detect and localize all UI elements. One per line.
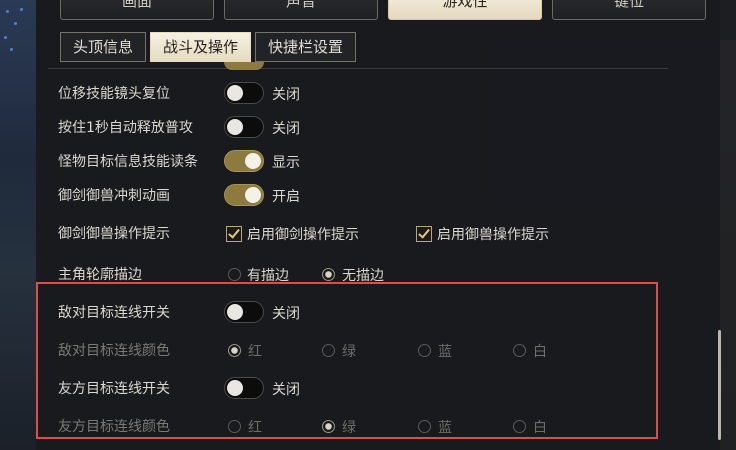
setting-row-dash-animation: 御剑御兽冲刺动画 [58, 182, 170, 208]
checkbox-label: 启用御兽操作提示 [437, 227, 549, 243]
setting-label: 御剑御兽冲刺动画 [58, 188, 170, 204]
toggle-camera-reset[interactable] [224, 82, 264, 104]
scrollbar[interactable] [718, 330, 721, 440]
subtab-shortcut-bar[interactable]: 快捷栏设置 [255, 32, 357, 62]
subtab-head-info[interactable]: 头顶信息 [60, 32, 147, 62]
setting-row-auto-attack: 按住1秒自动释放普攻 [58, 114, 193, 140]
toggle-state: 关闭 [272, 121, 300, 137]
setting-label: 主角轮廓描边 [58, 267, 142, 283]
setting-label: 怪物目标信息技能读条 [58, 154, 198, 170]
toggle-state: 关闭 [272, 87, 300, 103]
tab-sound[interactable]: 声音 [224, 0, 378, 20]
setting-label: 御剑御兽操作提示 [58, 226, 170, 242]
radio-outline-off[interactable] [322, 268, 335, 281]
radio-outline-on[interactable] [228, 268, 241, 281]
toggle-auto-attack[interactable] [224, 116, 264, 138]
checkbox-beast-hint[interactable] [416, 226, 432, 242]
toggle-monster-castbar[interactable] [224, 150, 264, 172]
tab-gameplay[interactable]: 游戏性 [388, 0, 542, 20]
subtab-combat-operation[interactable]: 战斗及操作 [150, 32, 252, 62]
tab-keybinding[interactable]: 键位 [552, 0, 706, 20]
sub-tab-bar: 头顶信息 战斗及操作 快捷栏设置 [60, 32, 357, 62]
setting-row-camera-reset: 位移技能镜头复位 [58, 80, 170, 106]
checkbox-sword-hint[interactable] [226, 226, 242, 242]
setting-row-monster-castbar: 怪物目标信息技能读条 [58, 148, 198, 174]
tab-graphics[interactable]: 画面 [60, 0, 214, 20]
setting-row-operation-hint: 御剑御兽操作提示 [58, 220, 170, 246]
setting-label: 按住1秒自动释放普攻 [58, 120, 193, 136]
partial-toggle[interactable] [224, 62, 264, 70]
toggle-state: 开启 [272, 189, 300, 205]
divider [48, 68, 668, 69]
setting-label: 位移技能镜头复位 [58, 86, 170, 102]
toggle-state: 显示 [272, 155, 300, 171]
toggle-dash-animation[interactable] [224, 184, 264, 206]
highlight-box [36, 282, 658, 439]
background-scenery-left [0, 0, 36, 450]
checkbox-label: 启用御剑操作提示 [247, 227, 359, 243]
